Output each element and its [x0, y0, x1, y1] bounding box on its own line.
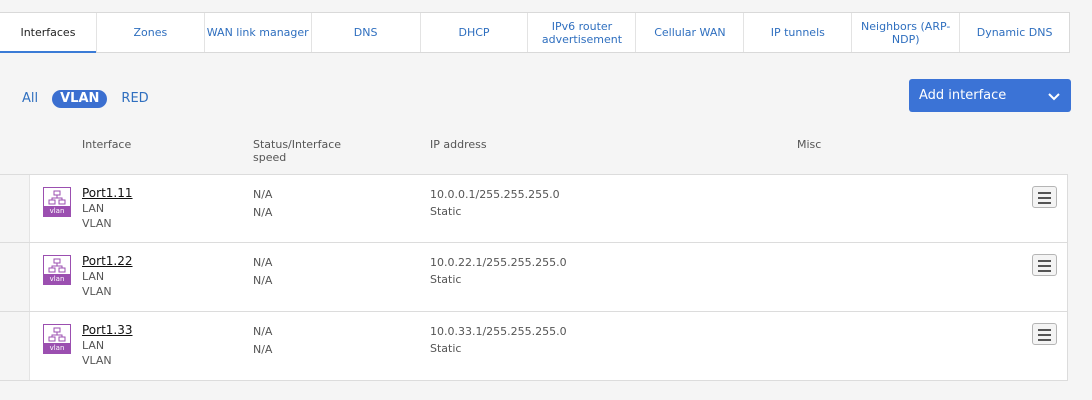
- tab-neighbors[interactable]: Neighbors (ARP-NDP): [852, 13, 961, 52]
- interface-ip-address: 10.0.33.1/255.255.255.0: [430, 325, 567, 338]
- tab-wan-link-manager[interactable]: WAN link manager: [205, 13, 312, 52]
- interface-type: VLAN: [82, 285, 112, 298]
- column-header-status: Status/Interface speed: [253, 138, 342, 164]
- vlan-icon: vlan: [43, 255, 71, 285]
- vlan-icon: vlan: [43, 324, 71, 354]
- column-header-ip-address: IP address: [430, 138, 487, 151]
- tab-cellular-wan[interactable]: Cellular WAN: [636, 13, 745, 52]
- interface-ip-address: 10.0.22.1/255.255.255.0: [430, 256, 567, 269]
- interface-status: N/A: [253, 256, 273, 269]
- add-interface-label: Add interface: [919, 88, 1007, 103]
- interface-zone: LAN: [82, 270, 105, 283]
- vlan-icon-label: vlan: [44, 274, 70, 284]
- interface-speed: N/A: [253, 206, 273, 219]
- tab-dhcp[interactable]: DHCP: [421, 13, 529, 52]
- interface-status: N/A: [253, 325, 273, 338]
- filter-all[interactable]: All: [22, 90, 38, 108]
- vlan-icon-label: vlan: [44, 206, 70, 216]
- interface-name-link[interactable]: Port1.22: [82, 254, 133, 269]
- interface-name-link[interactable]: Port1.11: [82, 186, 133, 201]
- interface-ip-mode: Static: [430, 342, 462, 355]
- add-interface-button[interactable]: Add interface: [909, 79, 1071, 112]
- column-header-misc: Misc: [797, 138, 822, 151]
- interface-zone: LAN: [82, 202, 105, 215]
- filter-red[interactable]: RED: [121, 90, 148, 108]
- table-row: vlan Port1.33 LAN VLAN N/A N/A 10.0.33.1…: [0, 312, 1068, 381]
- interface-ip-address: 10.0.0.1/255.255.255.0: [430, 188, 560, 201]
- interface-name-link[interactable]: Port1.33: [82, 323, 133, 338]
- tab-interfaces[interactable]: Interfaces: [0, 13, 97, 53]
- interface-status: N/A: [253, 188, 273, 201]
- tab-ip-tunnels[interactable]: IP tunnels: [744, 13, 853, 52]
- interface-type: VLAN: [82, 217, 112, 230]
- row-selector-strip: [0, 312, 30, 380]
- row-selector-strip: [0, 243, 30, 311]
- tab-ipv6-router-advertisement[interactable]: IPv6 router advertisement: [528, 13, 637, 52]
- interface-zone: LAN: [82, 339, 105, 352]
- tab-bar: Interfaces Zones WAN link manager DNS DH…: [0, 12, 1070, 53]
- filter-bar: All VLAN RED: [22, 90, 163, 108]
- table-row: vlan Port1.22 LAN VLAN N/A N/A 10.0.22.1…: [0, 243, 1068, 312]
- chevron-down-icon: [1048, 93, 1060, 101]
- tab-zones[interactable]: Zones: [97, 13, 205, 52]
- table-row: vlan Port1.11 LAN VLAN N/A N/A 10.0.0.1/…: [0, 174, 1068, 243]
- filter-vlan[interactable]: VLAN: [52, 90, 108, 108]
- tab-dynamic-dns[interactable]: Dynamic DNS: [960, 13, 1069, 52]
- row-menu-button[interactable]: [1032, 186, 1057, 208]
- column-header-interface: Interface: [82, 138, 132, 151]
- interface-type: VLAN: [82, 354, 112, 367]
- row-selector-strip: [0, 175, 30, 242]
- row-menu-button[interactable]: [1032, 323, 1057, 345]
- tab-dns[interactable]: DNS: [312, 13, 421, 52]
- interface-speed: N/A: [253, 343, 273, 356]
- interface-ip-mode: Static: [430, 273, 462, 286]
- interface-table: vlan Port1.11 LAN VLAN N/A N/A 10.0.0.1/…: [0, 174, 1068, 381]
- interface-speed: N/A: [253, 274, 273, 287]
- vlan-icon: vlan: [43, 187, 71, 217]
- vlan-icon-label: vlan: [44, 343, 70, 353]
- row-menu-button[interactable]: [1032, 254, 1057, 276]
- interface-ip-mode: Static: [430, 205, 462, 218]
